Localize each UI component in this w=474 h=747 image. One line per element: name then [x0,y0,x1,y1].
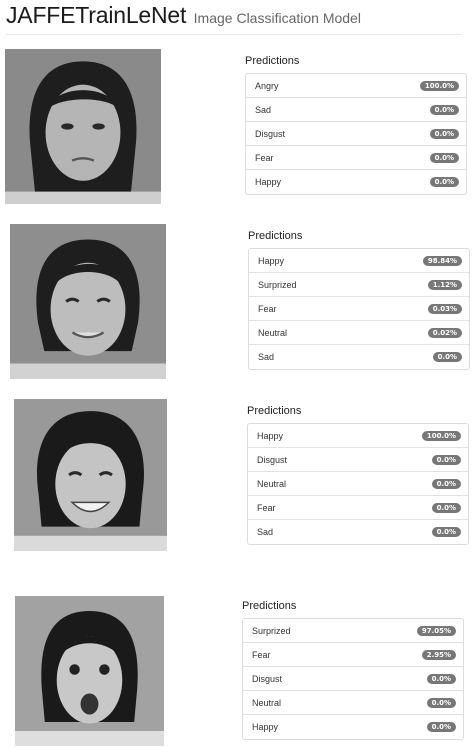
predictions-heading: Predictions [248,230,303,242]
prediction-badge: 100.0% [421,430,461,441]
prediction-badge: 0.0% [429,152,459,163]
prediction-badge: 0.0% [431,527,461,537]
prediction-badge: 0.0% [432,352,462,362]
list-item: Neutral 0.0% [248,472,468,496]
list-item: Surprized 97.05% [243,619,463,643]
prediction-badge: 0.0% [426,673,456,684]
list-item: Fear 0.0% [246,146,466,170]
prediction-label: Neutral [252,697,282,708]
predictions-panel: Predictions Angry 100.0% Sad 0.0% Disgust 0… [245,55,467,195]
list-item: Happy 0.0% [246,170,466,194]
prediction-badge: 0.02% [427,327,462,338]
prediction-label: Disgust [252,673,283,684]
prediction-label: Neutral [257,478,287,489]
list-item: Fear 0.0% [248,496,468,520]
prediction-badge: 98.84% [422,255,462,266]
face-photo [5,49,161,204]
list-item: Angry 100.0% [246,74,466,98]
prediction-label: Surprized [252,625,291,636]
prediction-badge: 0.0% [431,478,461,489]
prediction-label: Sad [258,352,275,362]
prediction-badge: 2.95% [421,649,456,660]
prediction-badge: 0.0% [429,177,459,187]
list-item: Disgust 0.0% [246,122,466,146]
list-item: Sad 0.0% [249,345,469,369]
list-item: Happy 100.0% [248,424,468,448]
list-item: Sad 0.0% [246,98,466,122]
prediction-badge: 0.03% [427,303,462,314]
prediction-label: Happy [255,177,282,187]
prediction-label: Fear [258,303,277,314]
list-item: Fear 2.95% [243,643,463,667]
predictions-list: Angry 100.0% Sad 0.0% Disgust 0.0% Fear 0.0%… [245,73,467,195]
prediction-badge: 100.0% [419,80,459,91]
prediction-badge: 0.0% [426,697,456,708]
list-item: Disgust 0.0% [243,667,463,691]
app-title: JAFFETrainLeNet [6,2,187,28]
list-item: Fear 0.03% [249,297,469,321]
predictions-list: Surprized 97.05% Fear 2.95% Disgust 0.0% Ne… [242,618,464,740]
list-item: Sad 0.0% [248,520,468,544]
list-item: Happy 0.0% [243,715,463,739]
list-item: Happy 98.84% [249,249,469,273]
predictions-list: Happy 100.0% Disgust 0.0% Neutral 0.0% Fear… [247,423,469,545]
list-item: Surprized 1.12% [249,273,469,297]
predictions-panel: Predictions Happy 98.84% Surprized 1.12% F… [248,230,470,370]
prediction-label: Fear [252,649,271,660]
predictions-heading: Predictions [247,405,302,417]
face-photo [10,224,166,379]
predictions-list: Happy 98.84% Surprized 1.12% Fear 0.03% Neu… [248,248,470,370]
prediction-badge: 0.0% [429,104,459,115]
prediction-badge: 0.0% [426,722,456,732]
app-subtitle: Image Classification Model [193,10,361,26]
face-photo [15,596,164,746]
prediction-badge: 0.0% [431,454,461,465]
prediction-badge: 1.12% [427,279,462,290]
prediction-label: Sad [257,527,274,537]
prediction-badge: 0.0% [429,128,459,139]
prediction-label: Fear [255,152,274,163]
prediction-label: Sad [255,104,272,115]
prediction-label: Happy [258,255,285,266]
prediction-label: Surprized [258,279,297,290]
predictions-heading: Predictions [242,600,297,612]
prediction-badge: 97.05% [416,625,456,636]
prediction-label: Angry [255,80,279,91]
prediction-label: Disgust [257,454,288,465]
list-item: Neutral 0.02% [249,321,469,345]
prediction-label: Happy [252,722,279,732]
prediction-label: Fear [257,502,276,513]
prediction-label: Disgust [255,128,286,139]
predictions-panel: Predictions Surprized 97.05% Fear 2.95% Di… [242,600,464,740]
predictions-heading: Predictions [245,55,300,67]
face-photo [14,399,167,551]
list-item: Disgust 0.0% [248,448,468,472]
header: JAFFETrainLeNet Image Classification Mod… [6,2,462,35]
list-item: Neutral 0.0% [243,691,463,715]
prediction-label: Neutral [258,327,288,338]
prediction-label: Happy [257,430,284,441]
prediction-badge: 0.0% [431,502,461,513]
predictions-panel: Predictions Happy 100.0% Disgust 0.0% Neut… [247,405,469,545]
